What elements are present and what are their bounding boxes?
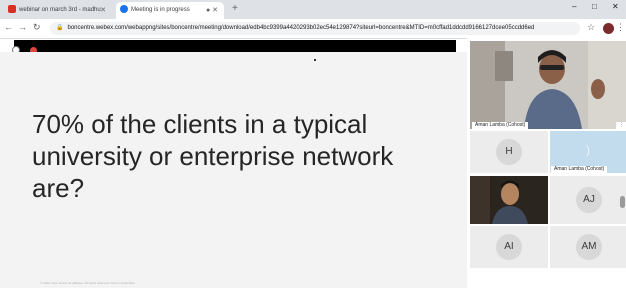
participant-name-label: Aman Lamba (Cohost) <box>551 166 608 173</box>
participant-video-tile[interactable] <box>470 176 548 224</box>
panel-scroll-handle[interactable] <box>620 196 625 208</box>
tile-options-icon[interactable]: ⋮ <box>616 122 626 129</box>
participant-tile-aj[interactable]: AJ <box>550 176 626 224</box>
reload-icon[interactable]: ↻ <box>33 22 41 33</box>
gmail-icon <box>8 5 16 14</box>
browser-tab-strip: webinar on march 3rd - madhu ✕ Meeting i… <box>0 0 626 19</box>
mouse-cursor-icon <box>314 59 316 61</box>
participant-tile-h[interactable]: H <box>470 131 548 173</box>
slide-line: 70% of the clients in a typical <box>32 109 368 139</box>
close-tab-icon[interactable]: ✕ <box>100 2 106 19</box>
tab-label: webinar on march 3rd - madhu <box>19 7 101 13</box>
browser-toolbar: ← → ↻ 🔒 boncentre.webex.com/webappng/site… <box>0 19 626 39</box>
screen-share-bar <box>14 40 456 52</box>
tab-meeting[interactable]: Meeting is in progress ● ✕ <box>116 2 224 19</box>
participant-initials: AI <box>496 234 522 260</box>
close-window-button[interactable]: ✕ <box>612 2 619 11</box>
active-speaker-video[interactable]: Aman Lamba (Cohost) ⋮ <box>470 41 626 129</box>
lock-icon: 🔒 <box>56 25 64 31</box>
participant-initials: AM <box>576 234 602 260</box>
audio-wave-icon: ) <box>586 143 590 157</box>
bottom-strip <box>0 288 467 293</box>
speaker-name-label: Aman Lamba (Cohost) <box>472 122 529 129</box>
forward-arrow-icon[interactable]: → <box>18 22 27 32</box>
participant-tile-aman[interactable]: ) Aman Lamba (Cohost) <box>550 131 626 173</box>
profile-avatar[interactable] <box>603 23 614 34</box>
participant-tile-am[interactable]: AM <box>550 226 626 268</box>
slide-line: university or enterprise network <box>32 141 394 171</box>
back-arrow-icon[interactable]: ← <box>4 22 13 32</box>
address-bar[interactable]: 🔒 boncentre.webex.com/webappng/sites/bonc… <box>50 22 580 35</box>
slide-line: are? <box>32 173 85 203</box>
url-text: boncentre.webex.com/webappng/sites/bonce… <box>67 25 535 31</box>
participant-initials: AJ <box>576 187 602 213</box>
speaker-video-image <box>470 41 626 129</box>
tab-webinar[interactable]: webinar on march 3rd - madhu ✕ <box>4 2 112 19</box>
slide-question: 70% of the clients in a typical universi… <box>32 108 452 204</box>
tab-label: Meeting is in progress <box>131 7 190 13</box>
menu-icon[interactable]: ⋮ <box>616 22 625 33</box>
bookmark-star-icon[interactable]: ☆ <box>587 22 595 33</box>
slide-footer: © 2021 Cisco and/or its affiliates. All … <box>40 281 135 285</box>
webex-icon <box>120 5 128 14</box>
new-tab-button[interactable]: + <box>232 3 238 14</box>
minimize-button[interactable]: – <box>572 2 576 11</box>
participant-tile-ai[interactable]: AI <box>470 226 548 268</box>
participant-initials: H <box>496 139 522 165</box>
maximize-button[interactable]: □ <box>592 2 597 11</box>
close-tab-icon[interactable]: ● ✕ <box>206 2 218 19</box>
participant-video-image <box>470 176 548 224</box>
